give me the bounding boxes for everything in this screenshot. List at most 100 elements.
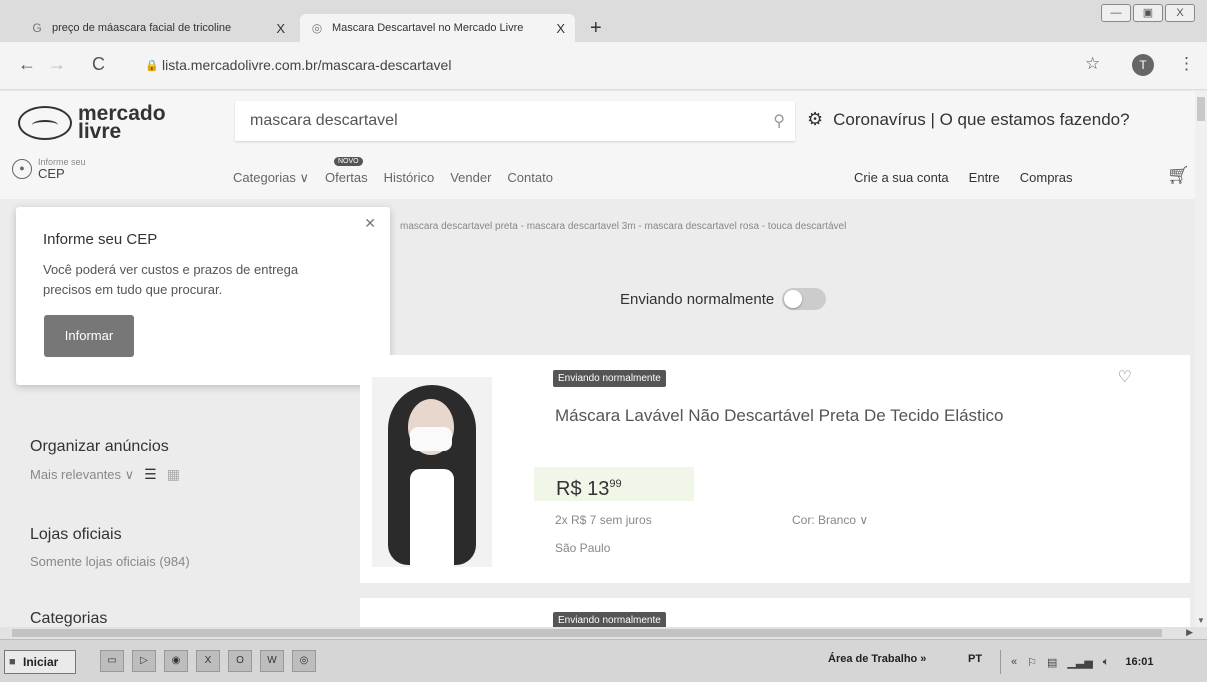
network-icon[interactable]: ▤ [1047, 656, 1057, 669]
lock-icon: 🔒 [145, 60, 159, 72]
minimize-button[interactable]: — [1101, 4, 1131, 22]
scrollbar-thumb[interactable] [12, 629, 1162, 637]
excel-icon[interactable]: X [196, 650, 220, 672]
result-item[interactable]: Enviando normalmente ♡ Máscara Lavável N… [360, 355, 1190, 583]
location-pin-icon: ● [12, 159, 32, 179]
scroll-down-icon[interactable]: ▼ [1197, 616, 1205, 625]
new-tab-button[interactable]: + [590, 17, 602, 40]
cep-big-label: CEP [38, 166, 65, 181]
close-tab-icon[interactable]: X [556, 21, 565, 36]
vertical-scrollbar[interactable]: ▼ [1195, 91, 1207, 627]
nav-history[interactable]: Histórico [384, 170, 435, 186]
back-arrow-icon[interactable]: ← [18, 54, 36, 75]
virus-icon: ⚙ [807, 109, 824, 129]
media-icon[interactable]: ▷ [132, 650, 156, 672]
maximize-button[interactable]: ▣ [1133, 4, 1163, 22]
official-stores-title: Lojas oficiais [30, 526, 122, 543]
google-icon: G [32, 21, 42, 35]
browser-tab-strip: G preço de máascara facial de tricoline … [0, 0, 1207, 42]
coronavirus-link[interactable]: ⚙ Coronavírus | O que estamos fazendo? [807, 109, 1130, 130]
scroll-right-icon[interactable]: ▶ [1186, 627, 1193, 638]
price-main: R$ 13 [556, 478, 610, 500]
heart-icon[interactable]: ♡ [1118, 367, 1132, 387]
nav-contact[interactable]: Contato [507, 170, 553, 186]
installments: 2x R$ 7 sem juros [555, 513, 652, 527]
shipping-filter-toggle[interactable] [782, 288, 827, 310]
seller-location: São Paulo [555, 541, 611, 555]
tab-label: preço de máascara facial de tricoline [52, 22, 232, 34]
shipping-filter-label: Enviando normalmente [620, 290, 775, 308]
categories-title: Categorias [30, 610, 108, 627]
forward-arrow-icon[interactable]: → [48, 54, 66, 75]
browser-tab-2[interactable]: ◎ Mascara Descartavel no Mercado Livre X [300, 14, 575, 42]
sort-title: Organizar anúncios [30, 438, 169, 455]
login-link[interactable]: Entre [969, 170, 1000, 185]
folder-icon[interactable]: ▭ [100, 650, 124, 672]
volume-icon[interactable]: 🔈︎ [1103, 656, 1110, 669]
shipping-badge: Enviando normalmente [553, 370, 666, 387]
browser-tab-1[interactable]: G preço de máascara facial de tricoline … [20, 14, 295, 42]
nav-offers-label: Ofertas [325, 170, 368, 185]
related-searches[interactable]: mascara descartavel preta - mascara desc… [400, 221, 846, 232]
product-image[interactable] [372, 377, 492, 567]
cep-popup-body: Você poderá ver custos e prazos de entre… [43, 262, 299, 297]
scrollbar-thumb[interactable] [1197, 97, 1205, 121]
search-box: ⚲ [235, 101, 795, 141]
expand-tray-icon[interactable]: « [1011, 656, 1017, 668]
chrome-icon[interactable]: ◎ [292, 650, 316, 672]
handshake-logo-icon [18, 106, 72, 140]
purchases-link[interactable]: Compras [1020, 170, 1073, 185]
user-nav: Crie a sua conta Entre Compras [854, 170, 1073, 185]
screen: G preço de máascara facial de tricoline … [0, 0, 1207, 682]
create-account-link[interactable]: Crie a sua conta [854, 170, 949, 185]
cep-location[interactable]: ● Informe seu CEP [12, 157, 86, 181]
horizontal-scrollbar[interactable]: ▶ [0, 627, 1207, 639]
price-cents: 99 [609, 478, 622, 490]
official-stores-link[interactable]: Somente lojas oficiais (984) [30, 554, 190, 569]
logo-text: mercado livre [78, 103, 166, 142]
flag-icon[interactable]: ⚐ [1027, 656, 1037, 669]
product-title[interactable]: Máscara Lavável Não Descartável Preta De… [555, 405, 1055, 427]
search-icon[interactable]: ⚲ [773, 111, 785, 131]
sort-dropdown[interactable]: Mais relevantes ∨ [30, 467, 134, 483]
signal-icon[interactable]: ▁▃▅ [1067, 656, 1092, 669]
nav-offers[interactable]: NOVO Ofertas [325, 157, 368, 186]
system-clock: 16:01 [1125, 656, 1154, 668]
cep-popup-title: Informe seu CEP [43, 231, 158, 248]
sort-section: Organizar anúncios Mais relevantes ∨ ☰ ▦ [30, 438, 180, 483]
browser-icon[interactable]: ◉ [164, 650, 188, 672]
cart-icon[interactable]: 🛒︎ [1167, 165, 1190, 186]
tab-label: Mascara Descartavel no Mercado Livre [332, 22, 524, 34]
coronavirus-link-text: Coronavírus | O que estamos fazendo? [833, 109, 1130, 129]
nav-sell[interactable]: Vender [450, 170, 491, 186]
bookmark-star-icon[interactable]: ☆ [1085, 54, 1100, 74]
shipping-filter: Enviando normalmente [620, 288, 827, 310]
official-stores-section: Lojas oficiais Somente lojas oficiais (9… [30, 526, 190, 569]
main-nav: Categorias ∨ NOVO Ofertas Histórico Vend… [233, 157, 553, 186]
word-icon[interactable]: W [260, 650, 284, 672]
inform-cep-button[interactable]: Informar [44, 315, 134, 357]
nav-categories[interactable]: Categorias ∨ [233, 170, 309, 186]
close-icon[interactable]: ✕ [364, 215, 376, 232]
mercadolivre-logo[interactable]: mercado livre [18, 103, 166, 142]
search-input[interactable] [235, 101, 795, 141]
browser-menu-icon[interactable]: ⋮ [1178, 54, 1195, 74]
window-controls: — ▣ X [1101, 4, 1195, 22]
desktop-toolbar[interactable]: Área de Trabalho » [828, 653, 926, 665]
outlook-icon[interactable]: O [228, 650, 252, 672]
quick-launch: ▭ ▷ ◉ X O W ◎ [100, 650, 316, 672]
reload-icon[interactable]: C [92, 54, 105, 75]
close-tab-icon[interactable]: X [276, 21, 285, 36]
address-bar-url[interactable]: lista.mercadolivre.com.br/mascara-descar… [162, 57, 451, 73]
profile-avatar[interactable]: T [1132, 54, 1154, 76]
system-tray: « ⚐ ▤ ▁▃▅ 🔈︎ 16:01 [1000, 650, 1207, 674]
product-price: R$ 1399 [534, 467, 694, 501]
os-taskbar: Iniciar ▭ ▷ ◉ X O W ◎ Área de Trabalho »… [0, 639, 1207, 682]
close-window-button[interactable]: X [1165, 4, 1195, 22]
color-dropdown[interactable]: Cor: Branco ∨ [792, 513, 868, 527]
grid-view-icon[interactable]: ▦ [167, 466, 180, 483]
list-view-icon[interactable]: ☰ [144, 466, 157, 483]
new-badge: NOVO [334, 157, 363, 166]
start-button[interactable]: Iniciar [4, 650, 76, 674]
language-indicator[interactable]: PT [968, 653, 982, 665]
